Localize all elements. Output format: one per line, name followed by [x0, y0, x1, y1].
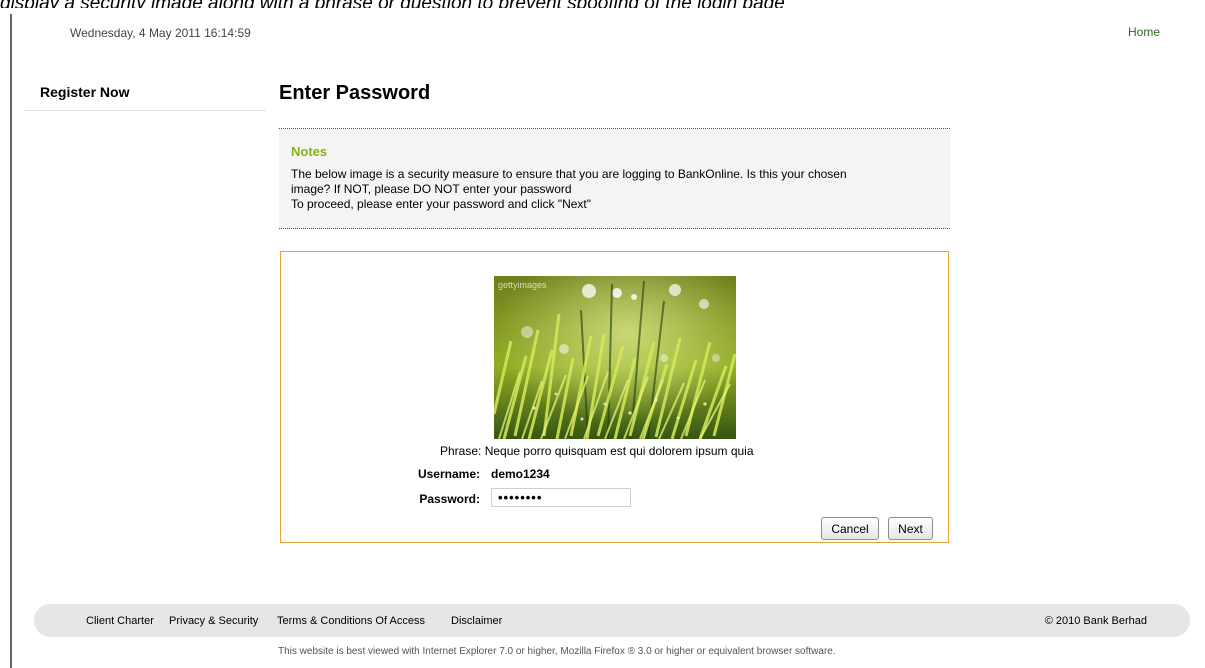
- username-label: Username:: [417, 467, 480, 481]
- footer-link-privacy-security[interactable]: Privacy & Security: [169, 615, 258, 627]
- notes-title: Notes: [291, 144, 328, 159]
- browser-note: This website is best viewed with Interne…: [278, 646, 836, 657]
- top-caption: display a security image along with a ph…: [0, 0, 1205, 8]
- footer-link-disclaimer[interactable]: Disclaimer: [451, 615, 502, 627]
- username-value: demo1234: [491, 467, 550, 481]
- phrase-label: Phrase:: [440, 444, 482, 458]
- footer-link-terms-conditions[interactable]: Terms & Conditions Of Access: [277, 615, 425, 627]
- date-time: Wednesday, 4 May 2011 16:14:59: [70, 26, 251, 40]
- footer-bar: Client Charter Privacy & Security Terms …: [34, 604, 1190, 637]
- phrase-value: Neque porro quisquam est qui dolorem ips…: [484, 444, 754, 458]
- sidebar: Register Now: [24, 78, 266, 111]
- notes-line-2: image? If NOT, please DO NOT enter your …: [291, 182, 572, 196]
- grass-image-svg: gettyimages: [494, 276, 736, 439]
- notes-line-3: To proceed, please enter your password a…: [291, 197, 592, 211]
- security-image: gettyimages: [494, 276, 736, 439]
- notes-line-1: The below image is a security measure to…: [291, 167, 847, 181]
- password-label: Password:: [419, 492, 480, 506]
- register-now-link[interactable]: Register Now: [40, 84, 129, 100]
- image-watermark: gettyimages: [498, 280, 547, 290]
- footer-link-client-charter[interactable]: Client Charter: [86, 615, 154, 627]
- next-button[interactable]: Next: [888, 517, 933, 540]
- login-panel: gettyimages Phrase: Neque porro quisquam…: [280, 251, 949, 543]
- home-link[interactable]: Home: [1128, 25, 1160, 39]
- password-input[interactable]: ••••••••: [491, 488, 631, 507]
- phrase-row: Phrase: Neque porro quisquam est qui dol…: [440, 444, 754, 458]
- cancel-button[interactable]: Cancel: [821, 517, 879, 540]
- page-title: Enter Password: [279, 82, 431, 104]
- copyright-text: © 2010 Bank Berhad: [1044, 615, 1147, 627]
- notes-box: Notes The below image is a security meas…: [279, 128, 950, 229]
